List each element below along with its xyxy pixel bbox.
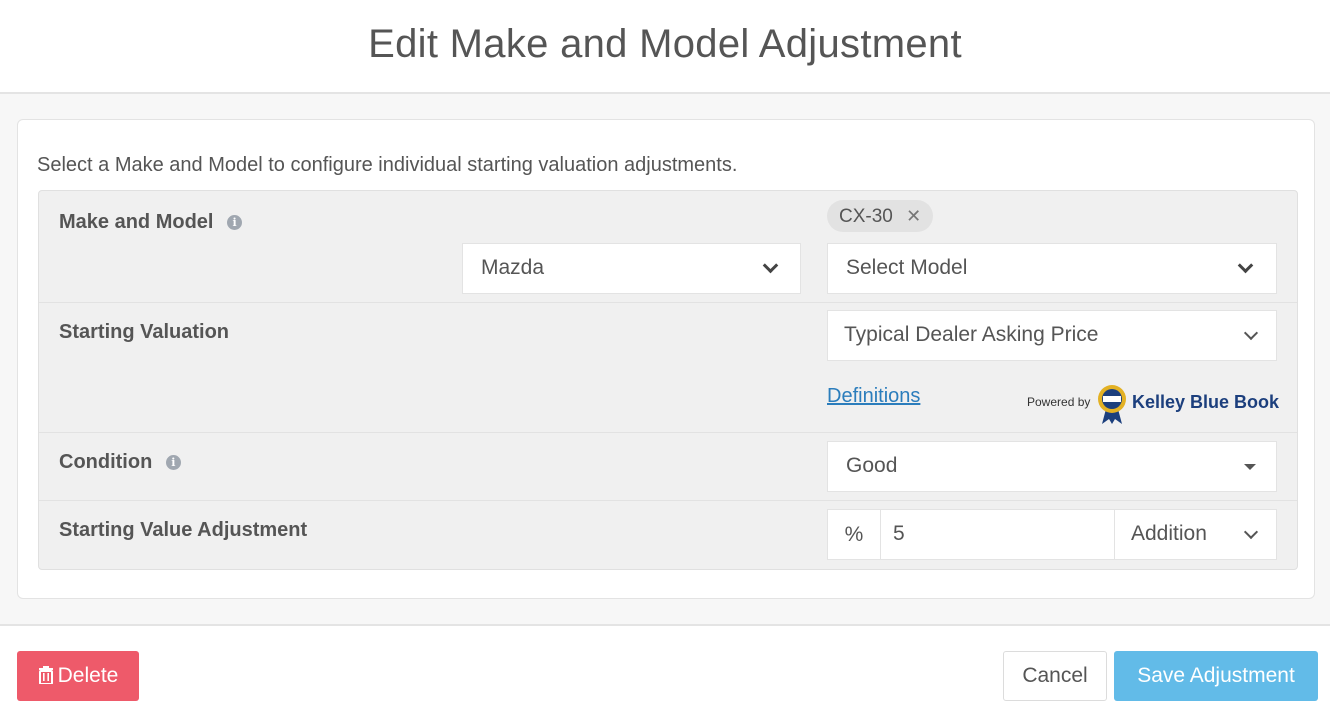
remove-tag-icon[interactable]: ✕ xyxy=(906,206,921,226)
delete-button-label: Delete xyxy=(57,664,119,687)
trash-icon xyxy=(38,666,53,685)
make-model-label-wrap: Make and Model i xyxy=(59,211,243,234)
cancel-button[interactable]: Cancel xyxy=(1003,651,1107,701)
condition-label: Condition xyxy=(59,451,153,473)
intro-text: Select a Make and Model to configure ind… xyxy=(37,154,738,176)
kbb-brand-text: Kelley Blue Book xyxy=(1132,392,1280,412)
make-model-label: Make and Model xyxy=(59,211,214,233)
adjustment-amount-input[interactable]: 5 xyxy=(880,509,1115,560)
make-select[interactable]: Mazda xyxy=(462,243,801,294)
percent-unit: % xyxy=(844,523,864,546)
save-button-label: Save Adjustment xyxy=(1137,664,1295,687)
adjustment-operation-value: Addition xyxy=(1131,522,1207,545)
caret-down-icon xyxy=(1244,464,1256,470)
starting-valuation-value: Typical Dealer Asking Price xyxy=(844,323,1099,346)
model-tag-label: CX-30 xyxy=(839,206,893,227)
condition-select[interactable]: Good xyxy=(827,441,1277,492)
starting-value-adjustment-row: Starting Value Adjustment % 5 Addition xyxy=(39,501,1297,569)
starting-valuation-row: Starting Valuation Typical Dealer Asking… xyxy=(39,303,1297,433)
chevron-down-icon xyxy=(1243,325,1259,341)
condition-row: Condition i Good xyxy=(39,433,1297,501)
modal-title: Edit Make and Model Adjustment xyxy=(368,22,962,66)
definitions-link[interactable]: Definitions xyxy=(827,385,920,408)
starting-valuation-select[interactable]: Typical Dealer Asking Price xyxy=(827,310,1277,361)
percent-addon: % xyxy=(827,509,881,560)
model-select-placeholder: Select Model xyxy=(846,256,968,279)
model-select[interactable]: Select Model xyxy=(827,243,1277,294)
modal-footer: Delete Cancel Save Adjustment xyxy=(0,624,1330,715)
info-icon[interactable]: i xyxy=(165,455,181,471)
settings-panel: Make and Model i CX-30 ✕ Mazda Select Mo… xyxy=(38,190,1298,570)
adjustment-amount-value: 5 xyxy=(893,522,905,545)
kbb-logo-icon xyxy=(1098,385,1126,424)
chevron-down-icon xyxy=(1243,524,1259,540)
modal-body: Select a Make and Model to configure ind… xyxy=(0,94,1330,624)
starting-valuation-label: Starting Valuation xyxy=(59,321,230,343)
chevron-down-icon xyxy=(762,257,779,274)
powered-by-text: Powered by xyxy=(1027,395,1091,409)
delete-button[interactable]: Delete xyxy=(17,651,139,701)
make-model-row: Make and Model i CX-30 ✕ Mazda Select Mo… xyxy=(39,191,1297,303)
make-select-value: Mazda xyxy=(481,256,545,279)
adjustment-operation-select[interactable]: Addition xyxy=(1114,509,1277,560)
condition-value: Good xyxy=(846,454,898,477)
starting-value-adjustment-label: Starting Value Adjustment xyxy=(59,519,308,541)
modal-header: Edit Make and Model Adjustment xyxy=(0,0,1330,94)
chevron-down-icon xyxy=(1237,257,1254,274)
adjustment-card: Select a Make and Model to configure ind… xyxy=(17,119,1315,599)
info-icon[interactable]: i xyxy=(227,215,243,231)
cancel-button-label: Cancel xyxy=(1022,664,1088,687)
save-adjustment-button[interactable]: Save Adjustment xyxy=(1114,651,1318,701)
model-tag-cx30: CX-30 ✕ xyxy=(827,200,934,232)
condition-label-wrap: Condition i xyxy=(59,451,181,474)
